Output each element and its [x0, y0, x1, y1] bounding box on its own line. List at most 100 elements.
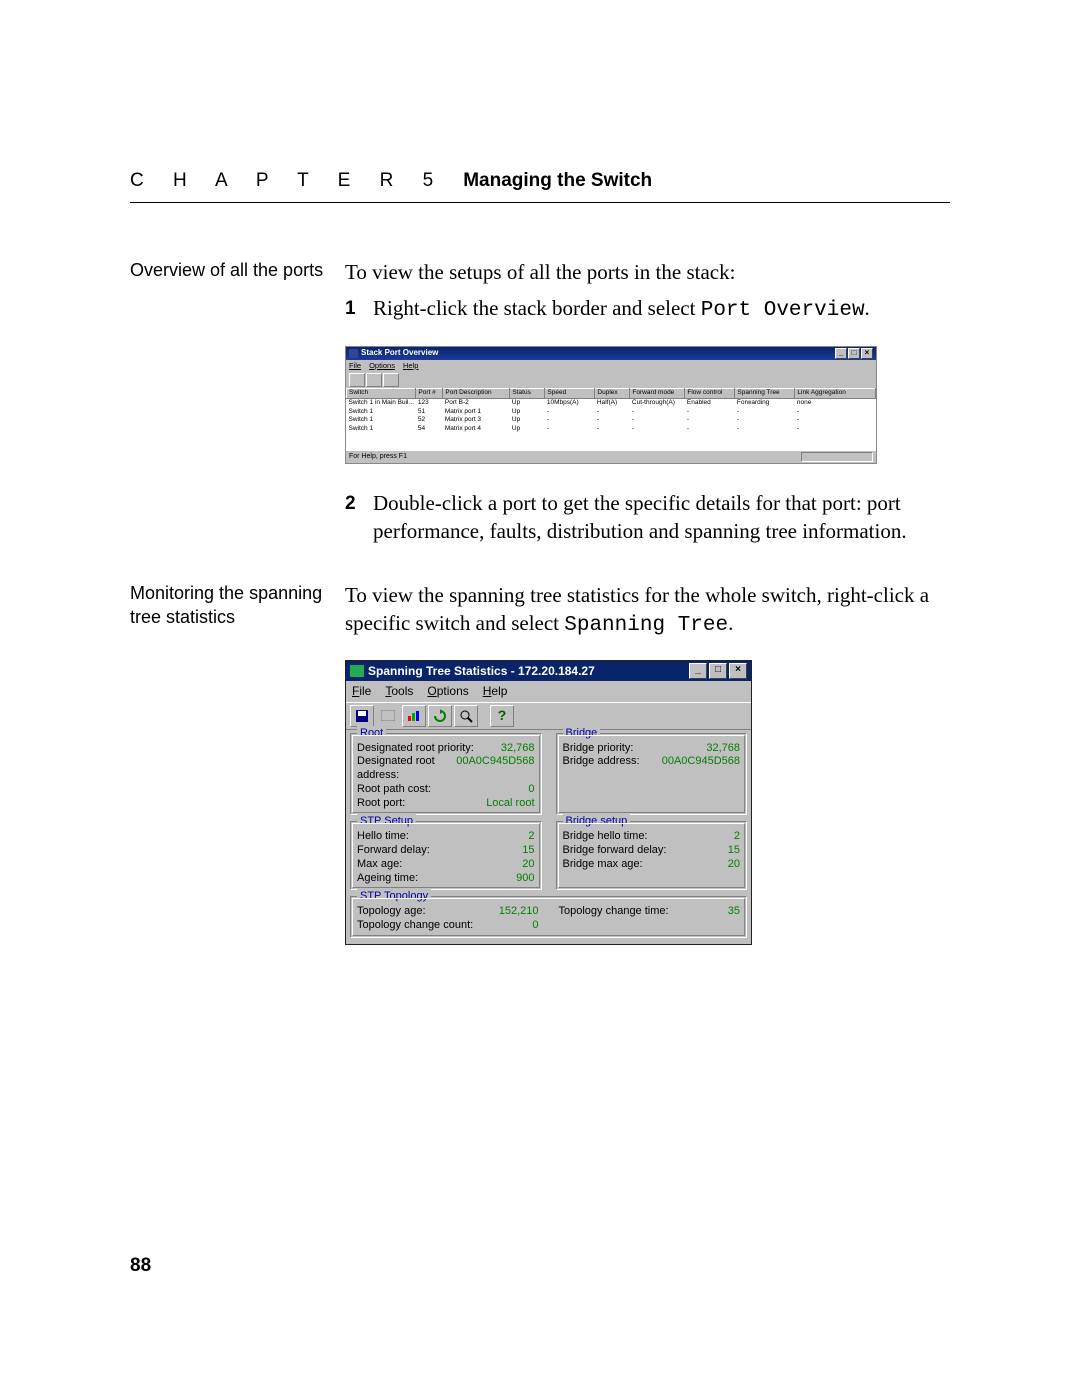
table-cell: 54: [416, 425, 443, 434]
menu-options[interactable]: Options: [427, 683, 468, 699]
group-legend: Bridge setup: [563, 814, 631, 829]
save-icon[interactable]: [350, 705, 374, 727]
field-row: Forward delay:15: [357, 844, 535, 858]
table-cell: Switch 1 in Main Buil...: [347, 398, 416, 407]
maximize-button[interactable]: □: [709, 663, 727, 679]
win-icon: [349, 349, 358, 358]
table-cell: -: [735, 416, 795, 425]
menu-help[interactable]: Help: [483, 683, 508, 699]
field-label: Root path cost:: [357, 783, 431, 797]
field-label: Bridge max age:: [563, 858, 643, 872]
minimize-button[interactable]: _: [689, 663, 707, 679]
screenshot-spanning-tree: Spanning Tree Statistics - 172.20.184.27…: [345, 660, 752, 945]
table-cell: Switch 1: [347, 416, 416, 425]
table-cell: Enabled: [685, 398, 735, 407]
search-icon[interactable]: [454, 705, 478, 727]
search-icon[interactable]: [383, 373, 399, 387]
menu-file[interactable]: File: [349, 361, 361, 371]
table-cell: -: [685, 408, 735, 417]
table-cell: -: [795, 425, 876, 434]
step-1-text: Right-click the stack border and select …: [373, 294, 870, 325]
field-row: Bridge address:00A0C945D568: [563, 755, 741, 769]
section-overview: Overview of all the ports To view the se…: [130, 258, 950, 546]
table-row[interactable]: Switch 152Matrix port 3Up------: [347, 416, 876, 425]
field-row: Ageing time:900: [357, 872, 535, 886]
win-titlebar: Spanning Tree Statistics - 172.20.184.27…: [346, 661, 751, 681]
minimize-button[interactable]: _: [835, 348, 847, 359]
table-cell: Matrix port 3: [443, 416, 510, 425]
margin-note-spanning: Monitoring the spanning tree statistics: [130, 581, 345, 945]
table-cell: Up: [510, 408, 545, 417]
field-row: Topology age:152,210: [357, 905, 539, 919]
menubar: File Options Help: [346, 360, 876, 372]
table-cell: -: [595, 408, 630, 417]
table-cell: 10Mbps(A): [545, 398, 595, 407]
table-row[interactable]: Switch 1 in Main Buil...123Port B-2Up10M…: [347, 398, 876, 407]
group-legend: STP Topology: [357, 889, 431, 904]
chart-icon[interactable]: [402, 705, 426, 727]
save-icon[interactable]: [349, 373, 365, 387]
col-flow[interactable]: Flow control: [685, 388, 735, 398]
menu-options[interactable]: Options: [369, 361, 395, 371]
spanning-body: To view the spanning tree statistics for…: [345, 581, 950, 945]
table-cell: Up: [510, 398, 545, 407]
table-cell: 52: [416, 416, 443, 425]
statusbar: For Help, press F1: [346, 450, 876, 463]
table-cell: -: [685, 425, 735, 434]
group-legend: STP Setup: [357, 814, 416, 829]
col-switch[interactable]: Switch: [347, 388, 416, 398]
col-status[interactable]: Status: [510, 388, 545, 398]
group-stp-setup: STP Setup Hello time:2Forward delay:15Ma…: [350, 821, 542, 890]
col-lag[interactable]: Link Aggregation: [795, 388, 876, 398]
field-row: Topology change time:35: [559, 905, 741, 919]
field-label: Hello time:: [357, 830, 409, 844]
field-value: 0: [532, 919, 538, 933]
field-label: Max age:: [357, 858, 402, 872]
table-cell: -: [630, 408, 685, 417]
field-row: Root path cost:0: [357, 783, 535, 797]
table-header-row: Switch Port # Port Description Status Sp…: [347, 388, 876, 398]
table-row[interactable]: Switch 151Matrix port 1Up------: [347, 408, 876, 417]
table-cell: -: [595, 425, 630, 434]
overview-body: To view the setups of all the ports in t…: [345, 258, 950, 546]
page-number: 88: [130, 1255, 151, 1277]
field-label: Bridge hello time:: [563, 830, 648, 844]
col-duplex[interactable]: Duplex: [595, 388, 630, 398]
field-label: Designated root priority:: [357, 742, 474, 756]
menu-help[interactable]: Help: [403, 361, 418, 371]
col-port[interactable]: Port #: [416, 388, 443, 398]
table-cell: -: [630, 416, 685, 425]
menubar: File Tools Options Help: [346, 681, 751, 701]
field-row: Hello time:2: [357, 830, 535, 844]
col-desc[interactable]: Port Description: [443, 388, 510, 398]
table-cell: Matrix port 4: [443, 425, 510, 434]
refresh-icon[interactable]: [366, 373, 382, 387]
table-cell: Cut-through(A): [630, 398, 685, 407]
field-value: 2: [734, 830, 740, 844]
menu-file[interactable]: File: [352, 683, 371, 699]
field-label: Bridge address:: [563, 755, 640, 769]
table-cell: none: [795, 398, 876, 407]
refresh-icon[interactable]: [428, 705, 452, 727]
field-label: Ageing time:: [357, 872, 418, 886]
help-icon[interactable]: ?: [490, 705, 514, 727]
table-row[interactable]: Switch 154Matrix port 4Up------: [347, 425, 876, 434]
field-row: Topology change count:0: [357, 919, 539, 933]
chapter-title: Managing the Switch: [463, 170, 652, 192]
step-number: 2: [345, 489, 361, 546]
table-cell: -: [545, 425, 595, 434]
table-empty-area: [346, 434, 876, 450]
close-button[interactable]: ×: [729, 663, 747, 679]
col-forward[interactable]: Forward mode: [630, 388, 685, 398]
menu-tools[interactable]: Tools: [385, 683, 413, 699]
field-value: 32,768: [501, 742, 535, 756]
group-bridge: Bridge Bridge priority:32,768Bridge addr…: [556, 733, 748, 816]
col-speed[interactable]: Speed: [545, 388, 595, 398]
spanning-text: To view the spanning tree statistics for…: [345, 581, 950, 641]
win-icon: [350, 665, 364, 677]
close-button[interactable]: ×: [861, 348, 873, 359]
field-row: Bridge forward delay:15: [563, 844, 741, 858]
maximize-button[interactable]: □: [848, 348, 860, 359]
win-title: Stack Port Overview: [361, 348, 438, 359]
col-stp[interactable]: Spanning Tree: [735, 388, 795, 398]
